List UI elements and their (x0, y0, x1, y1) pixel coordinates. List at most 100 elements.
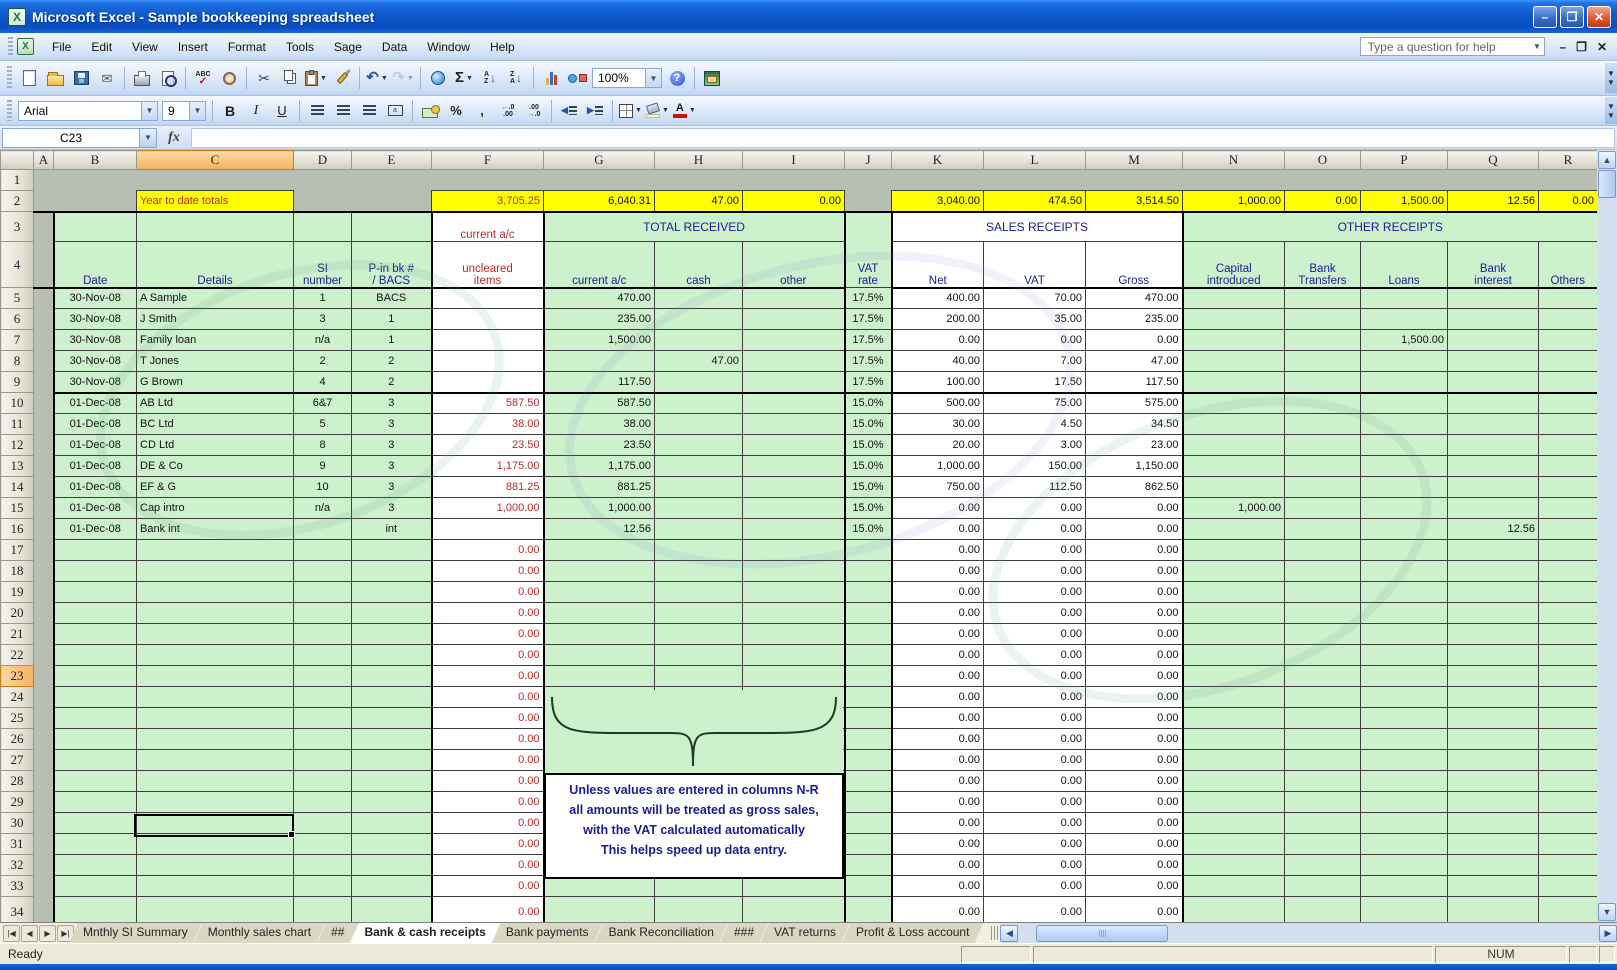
cell-Q4[interactable]: Bank interest (1448, 242, 1539, 288)
cell-O15[interactable] (1285, 498, 1361, 519)
vertical-scrollbar[interactable]: ▲ ▼ (1597, 150, 1617, 922)
cell-N29[interactable] (1183, 792, 1285, 813)
cell-B27[interactable] (54, 750, 137, 771)
cell-Q31[interactable] (1448, 834, 1539, 855)
row-header-7[interactable]: 7 (1, 330, 34, 351)
cell-B25[interactable] (54, 708, 137, 729)
cell-N27[interactable] (1183, 750, 1285, 771)
cell-E4[interactable]: P-in bk # / BACS (352, 242, 432, 288)
cell-F19[interactable]: 0.00 (432, 582, 544, 603)
cell-B15[interactable]: 01-Dec-08 (54, 498, 137, 519)
cell-L23[interactable]: 0.00 (984, 666, 1086, 687)
cell-K34[interactable]: 0.00 (892, 897, 984, 923)
cell-C32[interactable] (137, 855, 294, 876)
cell-M23[interactable]: 0.00 (1086, 666, 1183, 687)
cell-A21[interactable] (34, 624, 54, 645)
cell-F6[interactable] (432, 309, 544, 330)
cell-K6[interactable]: 200.00 (892, 309, 984, 330)
cell-G4[interactable]: current a/c (544, 242, 655, 288)
cell-B3[interactable] (54, 212, 137, 242)
row-header-5[interactable]: 5 (1, 288, 34, 309)
cell-M27[interactable]: 0.00 (1086, 750, 1183, 771)
cell-D9[interactable]: 4 (294, 372, 352, 393)
cell-N24[interactable] (1183, 687, 1285, 708)
row-header-4[interactable]: 4 (1, 242, 34, 288)
cell-D31[interactable] (294, 834, 352, 855)
cell-A15[interactable] (34, 498, 54, 519)
borders-icon[interactable]: ▼ (618, 99, 643, 123)
row-header-8[interactable]: 8 (1, 351, 34, 372)
cell-N13[interactable] (1183, 456, 1285, 477)
cell-M5[interactable]: 470.00 (1086, 288, 1183, 309)
comma-icon[interactable]: , (470, 99, 494, 123)
cell-J13[interactable]: 15.0% (845, 456, 892, 477)
cell-N10[interactable] (1183, 393, 1285, 414)
cell-R9[interactable] (1539, 372, 1598, 393)
cell-J19[interactable] (845, 582, 892, 603)
cell-E23[interactable] (352, 666, 432, 687)
cell-L28[interactable]: 0.00 (984, 771, 1086, 792)
cell-A3[interactable] (34, 212, 54, 242)
underline-icon[interactable]: U (270, 99, 294, 123)
hyperlink-icon[interactable] (426, 66, 450, 90)
cell-F15[interactable]: 1,000.00 (432, 498, 544, 519)
cell-L5[interactable]: 70.00 (984, 288, 1086, 309)
cell-Q23[interactable] (1448, 666, 1539, 687)
cell-C18[interactable] (137, 561, 294, 582)
cell-R4[interactable]: Others (1539, 242, 1598, 288)
cell-N5[interactable] (1183, 288, 1285, 309)
row-header-19[interactable]: 19 (1, 582, 34, 603)
cell-F8[interactable] (432, 351, 544, 372)
cell-P13[interactable] (1361, 456, 1448, 477)
cell-H15[interactable] (655, 498, 743, 519)
cell-O18[interactable] (1285, 561, 1361, 582)
cell-F33[interactable]: 0.00 (432, 876, 544, 897)
cell-O33[interactable] (1285, 876, 1361, 897)
cell-I4[interactable]: other (743, 242, 845, 288)
row-header-20[interactable]: 20 (1, 603, 34, 624)
cell-M30[interactable]: 0.00 (1086, 813, 1183, 834)
cell-N21[interactable] (1183, 624, 1285, 645)
cell-A19[interactable] (34, 582, 54, 603)
cell-O17[interactable] (1285, 540, 1361, 561)
research-icon[interactable] (217, 66, 241, 90)
cell-G11[interactable]: 38.00 (544, 414, 655, 435)
cell-J23[interactable] (845, 666, 892, 687)
cell-C12[interactable]: CD Ltd (137, 435, 294, 456)
cell-B28[interactable] (54, 771, 137, 792)
cell-F22[interactable]: 0.00 (432, 645, 544, 666)
cell-M32[interactable]: 0.00 (1086, 855, 1183, 876)
cell-L12[interactable]: 3.00 (984, 435, 1086, 456)
cell-E8[interactable]: 2 (352, 351, 432, 372)
open-folder-icon[interactable] (43, 66, 67, 90)
permission-mail-icon[interactable]: ✉ (95, 66, 119, 90)
cell-J28[interactable] (845, 771, 892, 792)
cell-F5[interactable] (432, 288, 544, 309)
help-icon[interactable]: ? (665, 66, 689, 90)
cell-M8[interactable]: 47.00 (1086, 351, 1183, 372)
cell-N26[interactable] (1183, 729, 1285, 750)
cell-C19[interactable] (137, 582, 294, 603)
cell-R26[interactable] (1539, 729, 1598, 750)
sheet-tab-mnthly-si-summary[interactable]: Mnthly SI Summary (69, 923, 202, 943)
cell-J9[interactable]: 17.5% (845, 372, 892, 393)
align-right-icon[interactable] (357, 99, 381, 123)
cell-C28[interactable] (137, 771, 294, 792)
cell-B13[interactable]: 01-Dec-08 (54, 456, 137, 477)
cell-Q16[interactable]: 12.56 (1448, 519, 1539, 540)
cell-P27[interactable] (1361, 750, 1448, 771)
row-header-9[interactable]: 9 (1, 372, 34, 393)
sort-descending-icon[interactable]: ZA↓ (504, 66, 528, 90)
cell-L14[interactable]: 112.50 (984, 477, 1086, 498)
cell-N7[interactable] (1183, 330, 1285, 351)
chart-wizard-icon[interactable] (539, 66, 563, 90)
sheet-tab-monthly-sales-chart[interactable]: Monthly sales chart (194, 923, 325, 943)
cell-B33[interactable] (54, 876, 137, 897)
cell-B30[interactable] (54, 813, 137, 834)
cell-A13[interactable] (34, 456, 54, 477)
cell-P24[interactable] (1361, 687, 1448, 708)
row-header-3[interactable]: 3 (1, 212, 34, 242)
cell-O29[interactable] (1285, 792, 1361, 813)
cell-P30[interactable] (1361, 813, 1448, 834)
cell-E16[interactable]: int (352, 519, 432, 540)
